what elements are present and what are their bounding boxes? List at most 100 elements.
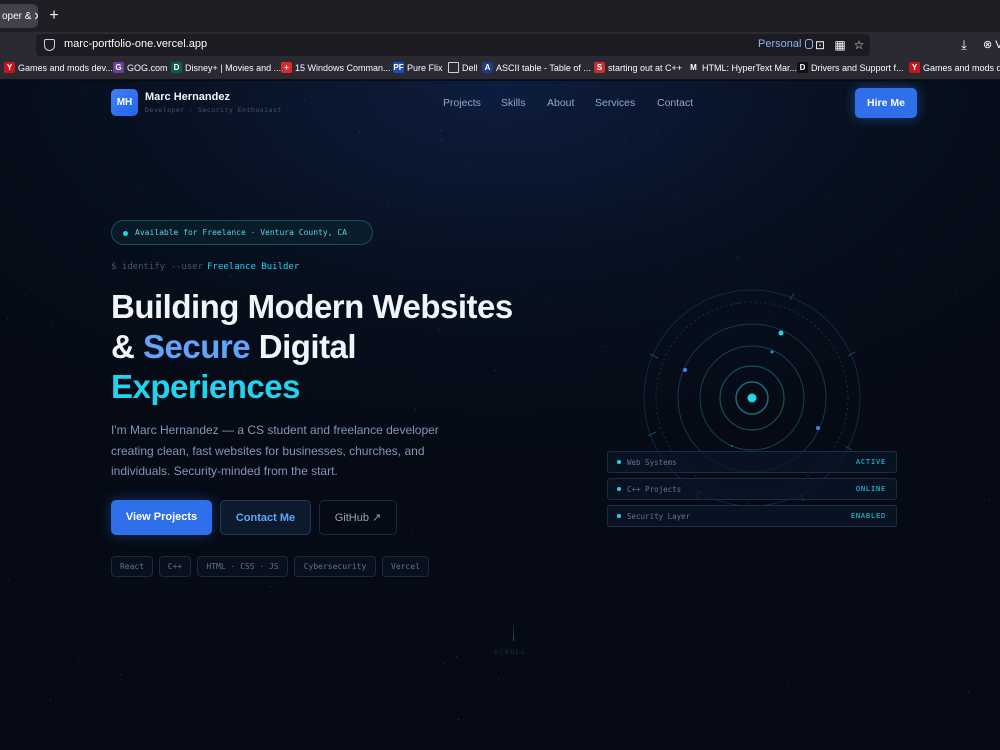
bookmark-item[interactable]: D Disney+ | Movies and ... bbox=[171, 62, 281, 73]
star-particle bbox=[7, 318, 8, 319]
status-value: ENABLED bbox=[850, 512, 886, 520]
star-particle bbox=[968, 692, 969, 693]
star-particle bbox=[81, 94, 82, 95]
new-tab-icon[interactable]: + bbox=[46, 6, 62, 26]
bookmark-item[interactable]: G GOG.com bbox=[113, 62, 168, 73]
github-button[interactable]: GitHub ↗ bbox=[319, 500, 397, 535]
bookmark-item[interactable]: M HTML: HyperText Mar... bbox=[688, 62, 797, 73]
star-particle bbox=[560, 402, 561, 403]
bookmark-label: Games and mods dev... bbox=[923, 62, 1000, 73]
bookmark-label: GOG.com bbox=[127, 62, 168, 73]
brand-name[interactable]: Marc Hernandez bbox=[145, 91, 230, 103]
close-tab-icon[interactable]: ✕ bbox=[33, 10, 38, 23]
bookmark-item[interactable]: YGames and mods dev... bbox=[4, 62, 113, 73]
contact-me-button[interactable]: Contact Me bbox=[220, 500, 311, 535]
star-particle bbox=[458, 719, 459, 720]
star-particle bbox=[657, 131, 658, 132]
star-particle bbox=[527, 288, 528, 289]
qr-code-icon[interactable]: ▦ bbox=[834, 39, 846, 51]
nav-services[interactable]: Services bbox=[595, 97, 635, 109]
bookmark-item[interactable]: A ASCII table - Table of ... bbox=[482, 62, 591, 73]
url-bar[interactable]: marc-portfolio-one.vercel.app Personal ⊡… bbox=[36, 34, 870, 56]
red-favicon: + bbox=[281, 62, 292, 73]
star-particle bbox=[136, 189, 137, 190]
bookmark-item[interactable]: YGames and mods dev... bbox=[909, 62, 1000, 73]
container-label: Personal bbox=[758, 38, 802, 50]
hero-headline: Building Modern Websites & Secure Digita… bbox=[111, 287, 513, 407]
browser-tab[interactable]: oper & ✕ bbox=[0, 4, 38, 28]
star-particle bbox=[270, 586, 271, 587]
star-particle bbox=[441, 140, 442, 141]
star-particle bbox=[456, 656, 457, 657]
star-particle bbox=[830, 192, 831, 193]
download-page-icon[interactable]: ⊡ bbox=[814, 39, 826, 51]
headline-line-1: Building Modern Websites bbox=[111, 288, 513, 325]
bookmark-label: starting out at C++ bbox=[608, 62, 683, 73]
folder-icon bbox=[448, 62, 459, 73]
star-particle bbox=[750, 597, 751, 598]
pf-favicon: PF bbox=[393, 62, 404, 73]
bookmark-item[interactable]: Dell bbox=[448, 62, 478, 73]
star-particle bbox=[985, 375, 986, 376]
star-particle bbox=[554, 511, 555, 512]
nav-projects[interactable]: Projects bbox=[443, 97, 481, 109]
bookmark-label: Pure Flix bbox=[407, 62, 443, 73]
star-particle bbox=[51, 324, 52, 325]
bookmark-star-icon[interactable]: ☆ bbox=[853, 39, 865, 51]
star-particle bbox=[676, 192, 677, 193]
nav-about[interactable]: About bbox=[547, 97, 574, 109]
disney-favicon: D bbox=[171, 62, 182, 73]
star-particle bbox=[79, 692, 80, 693]
url-text[interactable]: marc-portfolio-one.vercel.app bbox=[64, 38, 207, 50]
nav-contact[interactable]: Contact bbox=[657, 97, 693, 109]
star-particle bbox=[624, 137, 625, 138]
y-favicon: Y bbox=[909, 62, 920, 73]
status-value: ACTIVE bbox=[855, 458, 886, 466]
star-particle bbox=[671, 266, 672, 267]
bookmark-item[interactable]: D Drivers and Support f... bbox=[797, 62, 904, 73]
star-particle bbox=[830, 637, 831, 638]
y-favicon: Y bbox=[4, 62, 15, 73]
headline-line-2: & Secure Digital bbox=[111, 328, 357, 365]
star-particle bbox=[990, 515, 991, 516]
star-particle bbox=[410, 268, 411, 269]
logo[interactable]: MH bbox=[111, 89, 138, 116]
bookmarks-toolbar: Y Games and mods dev... G GOG.com D Disney+ |… bbox=[0, 58, 1000, 80]
tech-tag: Vercel bbox=[382, 556, 429, 577]
status-label: Security Layer bbox=[627, 512, 691, 521]
star-particle bbox=[959, 420, 960, 421]
star-particle bbox=[602, 346, 603, 347]
bookmark-label: HTML: HyperText Mar... bbox=[702, 62, 798, 73]
status-dot bbox=[617, 460, 621, 464]
bookmark-item[interactable]: Sstarting out at C++ bbox=[594, 62, 682, 73]
gog-favicon: G bbox=[113, 62, 124, 73]
browser-tab-bar: oper & ✕ + bbox=[0, 0, 1000, 32]
bookmark-label: Disney+ | Movies and ... bbox=[185, 62, 282, 73]
nav-skills[interactable]: Skills bbox=[501, 97, 526, 109]
bookmark-item[interactable]: PF Pure Flix bbox=[393, 62, 443, 73]
star-particle bbox=[450, 140, 451, 141]
star-particle bbox=[8, 580, 9, 581]
bookmark-item[interactable]: +15 Windows Comman... bbox=[281, 62, 391, 73]
star-particle bbox=[359, 131, 360, 132]
view-projects-button[interactable]: View Projects bbox=[111, 500, 212, 535]
container-badge[interactable]: Personal bbox=[758, 38, 814, 50]
mdn-favicon: M bbox=[688, 62, 699, 73]
ascii-favicon: A bbox=[482, 62, 493, 73]
tech-tag: HTML · CSS · JS bbox=[197, 556, 288, 577]
star-particle bbox=[737, 257, 738, 258]
star-particle bbox=[488, 123, 489, 124]
hero-description: I'm Marc Hernandez — a CS student and fr… bbox=[111, 423, 439, 478]
star-particle bbox=[50, 700, 51, 701]
status-label: C++ Projects bbox=[627, 485, 682, 494]
star-particle bbox=[494, 115, 495, 116]
bookmark-label: Dell bbox=[462, 62, 478, 73]
star-particle bbox=[78, 661, 79, 662]
shield-icon[interactable] bbox=[44, 39, 55, 51]
hire-me-button[interactable]: Hire Me bbox=[855, 88, 917, 118]
star-particle bbox=[787, 684, 788, 685]
downloads-icon[interactable]: ⤓ bbox=[957, 38, 971, 52]
star-particle bbox=[388, 202, 389, 203]
star-particle bbox=[547, 299, 548, 300]
account-icon[interactable]: ⊗ V bbox=[983, 38, 1000, 51]
